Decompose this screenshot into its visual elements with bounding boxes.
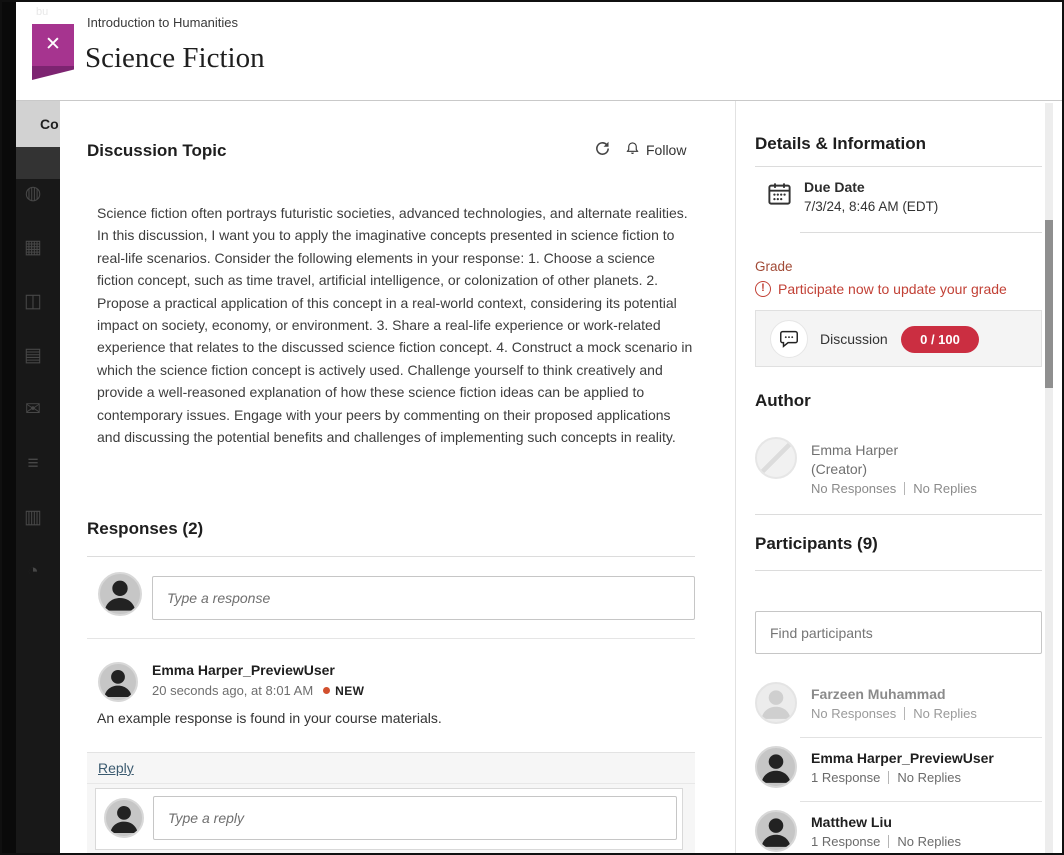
new-dot-icon xyxy=(323,687,330,694)
close-panel-button[interactable]: ✕ xyxy=(32,24,74,66)
participant-responses: 1 Response xyxy=(811,834,880,849)
due-date-label: Due Date xyxy=(804,179,865,195)
author-replies-count: No Replies xyxy=(913,481,977,496)
participant-avatar xyxy=(755,682,797,724)
participant-stats: No Responses No Replies xyxy=(811,706,977,721)
current-user-avatar xyxy=(98,572,142,616)
underlay-nav-icon-grid: ▦ xyxy=(22,237,44,259)
participant-name[interactable]: Farzeen Muhammad xyxy=(811,686,946,702)
header-divider xyxy=(16,100,1062,101)
calendar-icon xyxy=(766,180,793,212)
underlay-nav-icon-list: ▤ xyxy=(22,345,44,367)
grade-item-label: Discussion xyxy=(820,331,888,347)
stats-divider xyxy=(888,771,889,784)
responses-heading: Responses (2) xyxy=(87,519,203,539)
details-divider-2 xyxy=(800,232,1042,233)
underlay-course-menu xyxy=(16,101,60,855)
page-title: Science Fiction xyxy=(85,42,265,75)
author-name: Emma Harper xyxy=(811,442,898,458)
participant-stats: 1 Response No Replies xyxy=(811,770,961,785)
author-avatar xyxy=(755,437,797,479)
underlay-nav-icon-mail: ✉ xyxy=(22,399,44,421)
grade-item-row[interactable]: Discussion 0 / 100 xyxy=(755,310,1042,367)
discussion-topic-heading: Discussion Topic xyxy=(87,141,227,161)
discussion-topic-body: Science fiction often portrays futuristi… xyxy=(97,202,694,448)
participant-stats: 1 Response No Replies xyxy=(811,834,961,849)
grade-warning-text: Participate now to update your grade xyxy=(778,281,1007,297)
participant-responses: No Responses xyxy=(811,706,896,721)
response-author-name: Emma Harper_PreviewUser xyxy=(152,662,335,678)
response-meta: 20 seconds ago, at 8:01 AM NEW xyxy=(152,683,364,698)
new-badge: NEW xyxy=(335,684,364,698)
due-date-value: 7/3/24, 8:46 AM (EDT) xyxy=(804,199,938,214)
topic-actions: Follow xyxy=(594,140,686,160)
participant-avatar xyxy=(755,746,797,788)
participant-divider xyxy=(800,737,1042,738)
response-author-avatar xyxy=(98,662,138,702)
stats-divider xyxy=(904,482,905,495)
stats-divider xyxy=(888,835,889,848)
author-stats: No Responses No Replies xyxy=(811,481,977,496)
follow-label: Follow xyxy=(646,142,686,158)
refresh-icon xyxy=(594,140,611,160)
underlay-tab-content[interactable]: Co xyxy=(16,101,60,147)
follow-button[interactable]: Follow xyxy=(625,140,686,160)
underlay-top-text: bu xyxy=(36,6,48,18)
participant-responses: 1 Response xyxy=(811,770,880,785)
breadcrumb-course-name: Introduction to Humanities xyxy=(87,15,238,30)
response-timestamp: 20 seconds ago, at 8:01 AM xyxy=(152,683,313,698)
app-nav-strip xyxy=(0,0,16,855)
reply-user-avatar xyxy=(104,798,144,838)
author-responses-count: No Responses xyxy=(811,481,896,496)
underlay-nav-icon-globe: ◍ xyxy=(22,183,44,205)
responses-divider xyxy=(87,556,695,557)
underlay-nav-icon-clock: ◔ xyxy=(22,561,44,583)
scrollbar-thumb[interactable] xyxy=(1045,220,1053,388)
participants-heading: Participants (9) xyxy=(755,534,878,554)
scrollbar-track[interactable] xyxy=(1045,103,1053,853)
response-input[interactable] xyxy=(152,576,695,620)
underlay-nav-icon-menu: ≡ xyxy=(22,453,44,475)
grade-label: Grade xyxy=(755,259,793,274)
author-role: (Creator) xyxy=(811,461,867,477)
participant-replies: No Replies xyxy=(913,706,977,721)
warning-icon: ! xyxy=(755,281,771,297)
response-body: An example response is found in your cou… xyxy=(97,710,442,726)
reply-input[interactable] xyxy=(153,796,677,840)
details-information-heading: Details & Information xyxy=(755,134,926,154)
underlay-nav-icon-panel: ◫ xyxy=(22,291,44,313)
bell-icon xyxy=(625,140,640,160)
discussion-icon xyxy=(770,320,808,358)
details-divider-1 xyxy=(755,166,1042,167)
reply-link[interactable]: Reply xyxy=(98,760,134,776)
underlay-band xyxy=(16,147,60,179)
column-divider xyxy=(735,101,736,855)
reply-link-row: Reply xyxy=(87,753,695,784)
reply-section: Reply xyxy=(87,752,695,855)
details-divider-4 xyxy=(755,570,1042,571)
find-participants-input[interactable] xyxy=(755,611,1042,654)
participant-name[interactable]: Matthew Liu xyxy=(811,814,892,830)
details-divider-3 xyxy=(755,514,1042,515)
participant-replies: No Replies xyxy=(897,834,961,849)
grade-warning-row: ! Participate now to update your grade xyxy=(755,281,1007,297)
refresh-button[interactable] xyxy=(594,140,611,160)
stats-divider xyxy=(904,707,905,720)
participant-name[interactable]: Emma Harper_PreviewUser xyxy=(811,750,994,766)
compose-divider xyxy=(87,638,695,639)
reply-compose-box xyxy=(95,788,683,850)
participant-divider xyxy=(800,801,1042,802)
author-heading: Author xyxy=(755,391,811,411)
participant-replies: No Replies xyxy=(897,770,961,785)
participant-avatar xyxy=(755,810,797,852)
grade-score-pill: 0 / 100 xyxy=(901,326,979,353)
underlay-nav-icon-gradebook: ▥ xyxy=(22,507,44,529)
